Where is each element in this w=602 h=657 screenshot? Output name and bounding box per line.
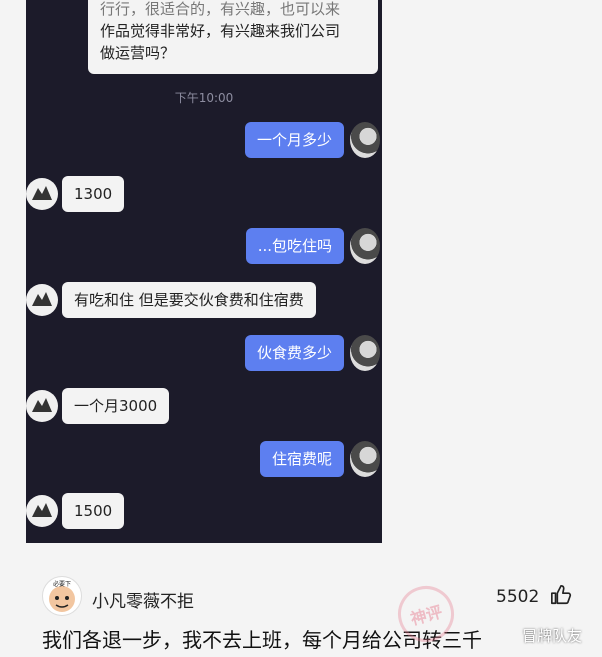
message-left: 1300	[26, 176, 125, 212]
like-count: 5502	[496, 587, 540, 607]
commenter-name[interactable]: 小凡零薇不拒	[92, 587, 194, 612]
user-avatar-icon	[350, 441, 380, 477]
message-bubble: 1500	[62, 493, 125, 529]
message-bubble: 伙食费多少	[244, 335, 344, 371]
watermark: 冒牌队友	[522, 627, 583, 645]
message-bubble: 有吃和住 但是要交伙食费和住宿费	[62, 282, 316, 318]
chat-screenshot: 行行，很适合的，有兴趣，也可以来 作品觉得非常好，有兴趣来我们公司 做运营吗？ …	[26, 0, 382, 543]
message-left: 1500	[26, 493, 125, 529]
comment-card: 必要下 小凡零薇不拒 5502 我们各退一步，我不去上班，每个月给公司转三千	[26, 560, 602, 657]
user-avatar-icon	[350, 228, 380, 264]
logo-avatar-icon	[26, 390, 58, 422]
message-bubble: ...包吃住吗	[245, 228, 344, 264]
message-right: 住宿费呢	[259, 441, 380, 477]
commenter-avatar[interactable]: 必要下	[42, 576, 82, 616]
message-left: 有吃和住 但是要交伙食费和住宿费	[26, 282, 316, 318]
first-message-bubble: 行行，很适合的，有兴趣，也可以来 作品觉得非常好，有兴趣来我们公司 做运营吗？	[88, 0, 378, 74]
avatar-text: 必要下	[53, 580, 71, 588]
logo-avatar-icon	[26, 495, 58, 527]
thumbs-up-icon[interactable]	[550, 584, 572, 606]
message-right: 伙食费多少	[244, 335, 380, 371]
chat-timestamp: 下午10:00	[174, 91, 234, 105]
message-right: ...包吃住吗	[245, 228, 380, 264]
message-left: 一个月3000	[26, 388, 170, 424]
first-message-line2: 做运营吗？	[100, 44, 176, 62]
first-message-partial: 行行，很适合的，有兴趣，也可以来	[100, 0, 341, 18]
message-right: 一个月多少	[244, 122, 380, 158]
message-bubble: 一个月3000	[62, 388, 170, 424]
logo-avatar-icon	[26, 284, 58, 316]
first-message-line1: 作品觉得非常好，有兴趣来我们公司	[100, 22, 341, 40]
message-bubble: 一个月多少	[244, 122, 344, 158]
message-bubble: 1300	[62, 176, 125, 212]
user-avatar-icon	[350, 122, 380, 158]
message-bubble: 住宿费呢	[259, 441, 344, 477]
logo-avatar-icon	[26, 178, 58, 210]
user-avatar-icon	[350, 335, 380, 371]
